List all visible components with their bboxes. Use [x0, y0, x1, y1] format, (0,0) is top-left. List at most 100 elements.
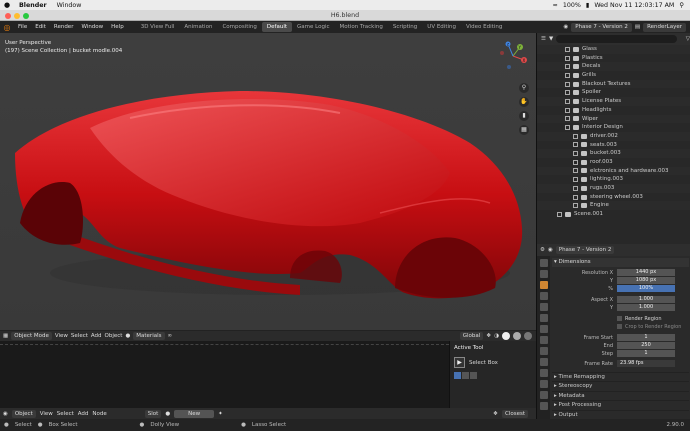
menu-render[interactable]: Render: [50, 24, 78, 30]
outliner-row[interactable]: rugs.003: [537, 184, 690, 193]
mode-extend-icon[interactable]: [462, 372, 469, 379]
subpanel-output[interactable]: ▸ Output: [552, 409, 689, 419]
node-snap-icon[interactable]: ❖: [493, 411, 498, 417]
collection-checkbox[interactable]: [565, 64, 570, 70]
collection-checkbox[interactable]: [573, 203, 578, 209]
dimensions-panel-header[interactable]: ▾ Dimensions: [552, 258, 689, 267]
tab-default[interactable]: Default: [261, 22, 293, 32]
app-menu[interactable]: Blender: [14, 2, 52, 9]
node-type-dropdown[interactable]: Object: [11, 409, 36, 418]
aspect-x-field[interactable]: 1.000: [617, 296, 675, 304]
battery-percent[interactable]: 100%: [563, 2, 581, 9]
collection-checkbox[interactable]: [565, 107, 570, 113]
outliner-row[interactable]: driver.002: [537, 131, 690, 141]
tab-scripting[interactable]: Scripting: [388, 22, 422, 32]
tab-physics-icon[interactable]: [539, 358, 548, 366]
tab-object-icon[interactable]: [539, 325, 548, 333]
mode-dropdown[interactable]: Object Mode: [11, 332, 52, 340]
maximize-button[interactable]: [23, 12, 29, 19]
collection-checkbox[interactable]: [565, 72, 570, 78]
wifi-icon[interactable]: ≈: [553, 2, 558, 9]
outliner-search[interactable]: [556, 35, 677, 43]
node-menu-node[interactable]: Node: [92, 411, 106, 417]
navigation-gizmo[interactable]: X Y Z: [498, 41, 528, 71]
view-layer-field[interactable]: RenderLayer: [643, 22, 686, 32]
tab-compositing[interactable]: Compositing: [217, 22, 261, 32]
outliner-row[interactable]: Headlights: [537, 106, 690, 115]
outliner-row[interactable]: bucket.003: [537, 149, 690, 158]
shading-rendered-icon[interactable]: [524, 332, 532, 340]
tab-motion-tracking[interactable]: Motion Tracking: [335, 22, 388, 32]
materials-dropdown[interactable]: Materials: [133, 332, 165, 340]
clock[interactable]: Wed Nov 11 12:03:17 AM: [594, 2, 674, 9]
resolution-pct-slider[interactable]: 100%: [617, 285, 675, 293]
menu-object[interactable]: Object: [105, 333, 123, 339]
window-menu[interactable]: Window: [52, 2, 87, 9]
filter-icon[interactable]: ▼: [549, 36, 553, 42]
camera-icon[interactable]: ▮: [519, 111, 529, 121]
frame-step-field[interactable]: 1: [617, 350, 675, 358]
select-box-icon[interactable]: ▶: [454, 357, 465, 368]
node-menu-view[interactable]: View: [40, 411, 53, 417]
outliner-row[interactable]: Glass: [537, 45, 690, 54]
tab-particles-icon[interactable]: [539, 347, 548, 355]
resolution-y-field[interactable]: 1080 px: [617, 277, 675, 285]
collection-checkbox[interactable]: [565, 125, 570, 131]
subpanel-post-processing[interactable]: ▸ Post Processing: [552, 400, 689, 410]
tab-constraint-icon[interactable]: [539, 369, 548, 377]
outliner-row[interactable]: Spoiler: [537, 88, 690, 97]
properties-scene-name[interactable]: Phase 7 - Version 2: [555, 246, 615, 254]
shading-material-icon[interactable]: [513, 332, 521, 340]
collection-checkbox[interactable]: [573, 168, 578, 174]
menu-edit[interactable]: Edit: [31, 24, 50, 30]
tab-material-icon[interactable]: [539, 391, 548, 399]
menu-help[interactable]: Help: [107, 24, 128, 30]
outliner-row[interactable]: Grills: [537, 71, 690, 80]
menu-select[interactable]: Select: [71, 333, 88, 339]
collection-checkbox[interactable]: [573, 159, 578, 165]
subpanel-metadata[interactable]: ▸ Metadata: [552, 390, 689, 401]
collection-checkbox[interactable]: [573, 177, 578, 183]
slot-dropdown[interactable]: Slot: [144, 409, 162, 418]
tab-animation[interactable]: Animation: [179, 22, 217, 32]
outliner-row[interactable]: Wiper: [537, 114, 690, 124]
outliner-row[interactable]: License Plates: [537, 97, 690, 106]
tab-uv-editing[interactable]: UV Editing: [422, 22, 461, 32]
view-layer-icon[interactable]: ▤: [635, 24, 640, 30]
collection-checkbox[interactable]: [573, 194, 578, 200]
collection-checkbox[interactable]: [573, 185, 578, 191]
scene-field[interactable]: Phase 7 - Version 2: [571, 22, 632, 32]
outliner-row[interactable]: seats.003: [537, 141, 690, 150]
mode-subtract-icon[interactable]: [470, 372, 477, 379]
collection-checkbox[interactable]: [573, 151, 578, 157]
collection-checkbox[interactable]: [565, 90, 570, 96]
blender-logo-icon[interactable]: ◎: [0, 23, 14, 32]
hand-pan-icon[interactable]: ✋: [519, 97, 529, 107]
frame-end-field[interactable]: 250: [617, 342, 675, 350]
tab-view-layer-icon[interactable]: [539, 292, 548, 300]
node-editor-type-icon[interactable]: ◉: [3, 411, 8, 417]
crop-checkbox[interactable]: [617, 324, 622, 330]
shading-solid-icon[interactable]: [502, 332, 510, 340]
outliner-row[interactable]: Interior Design: [537, 123, 690, 132]
overlay-icon[interactable]: ◑: [494, 333, 499, 339]
collection-checkbox[interactable]: [565, 46, 570, 52]
tab-scene-icon[interactable]: [539, 303, 548, 311]
collection-checkbox[interactable]: [573, 142, 578, 148]
collection-checkbox[interactable]: [565, 81, 570, 87]
tab-render-icon[interactable]: [539, 270, 548, 278]
frame-rate-dropdown[interactable]: 23.98 fps: [617, 360, 675, 368]
outliner-row[interactable]: Engine: [537, 201, 690, 211]
snap-icon[interactable]: ❖: [486, 333, 491, 339]
collection-checkbox[interactable]: [565, 98, 570, 104]
grid-icon[interactable]: ▦: [519, 125, 529, 135]
node-menu-select[interactable]: Select: [57, 411, 74, 417]
menu-window[interactable]: Window: [77, 24, 107, 30]
outliner-row[interactable]: elctronics and hardware.003: [537, 166, 690, 176]
tab-world-icon[interactable]: [539, 314, 548, 322]
tab-output-icon[interactable]: [539, 281, 548, 289]
menu-add[interactable]: Add: [91, 333, 102, 339]
scene-icon[interactable]: ◉: [563, 24, 568, 30]
closest-dropdown[interactable]: Closest: [501, 409, 528, 418]
render-region-checkbox[interactable]: [617, 316, 622, 322]
